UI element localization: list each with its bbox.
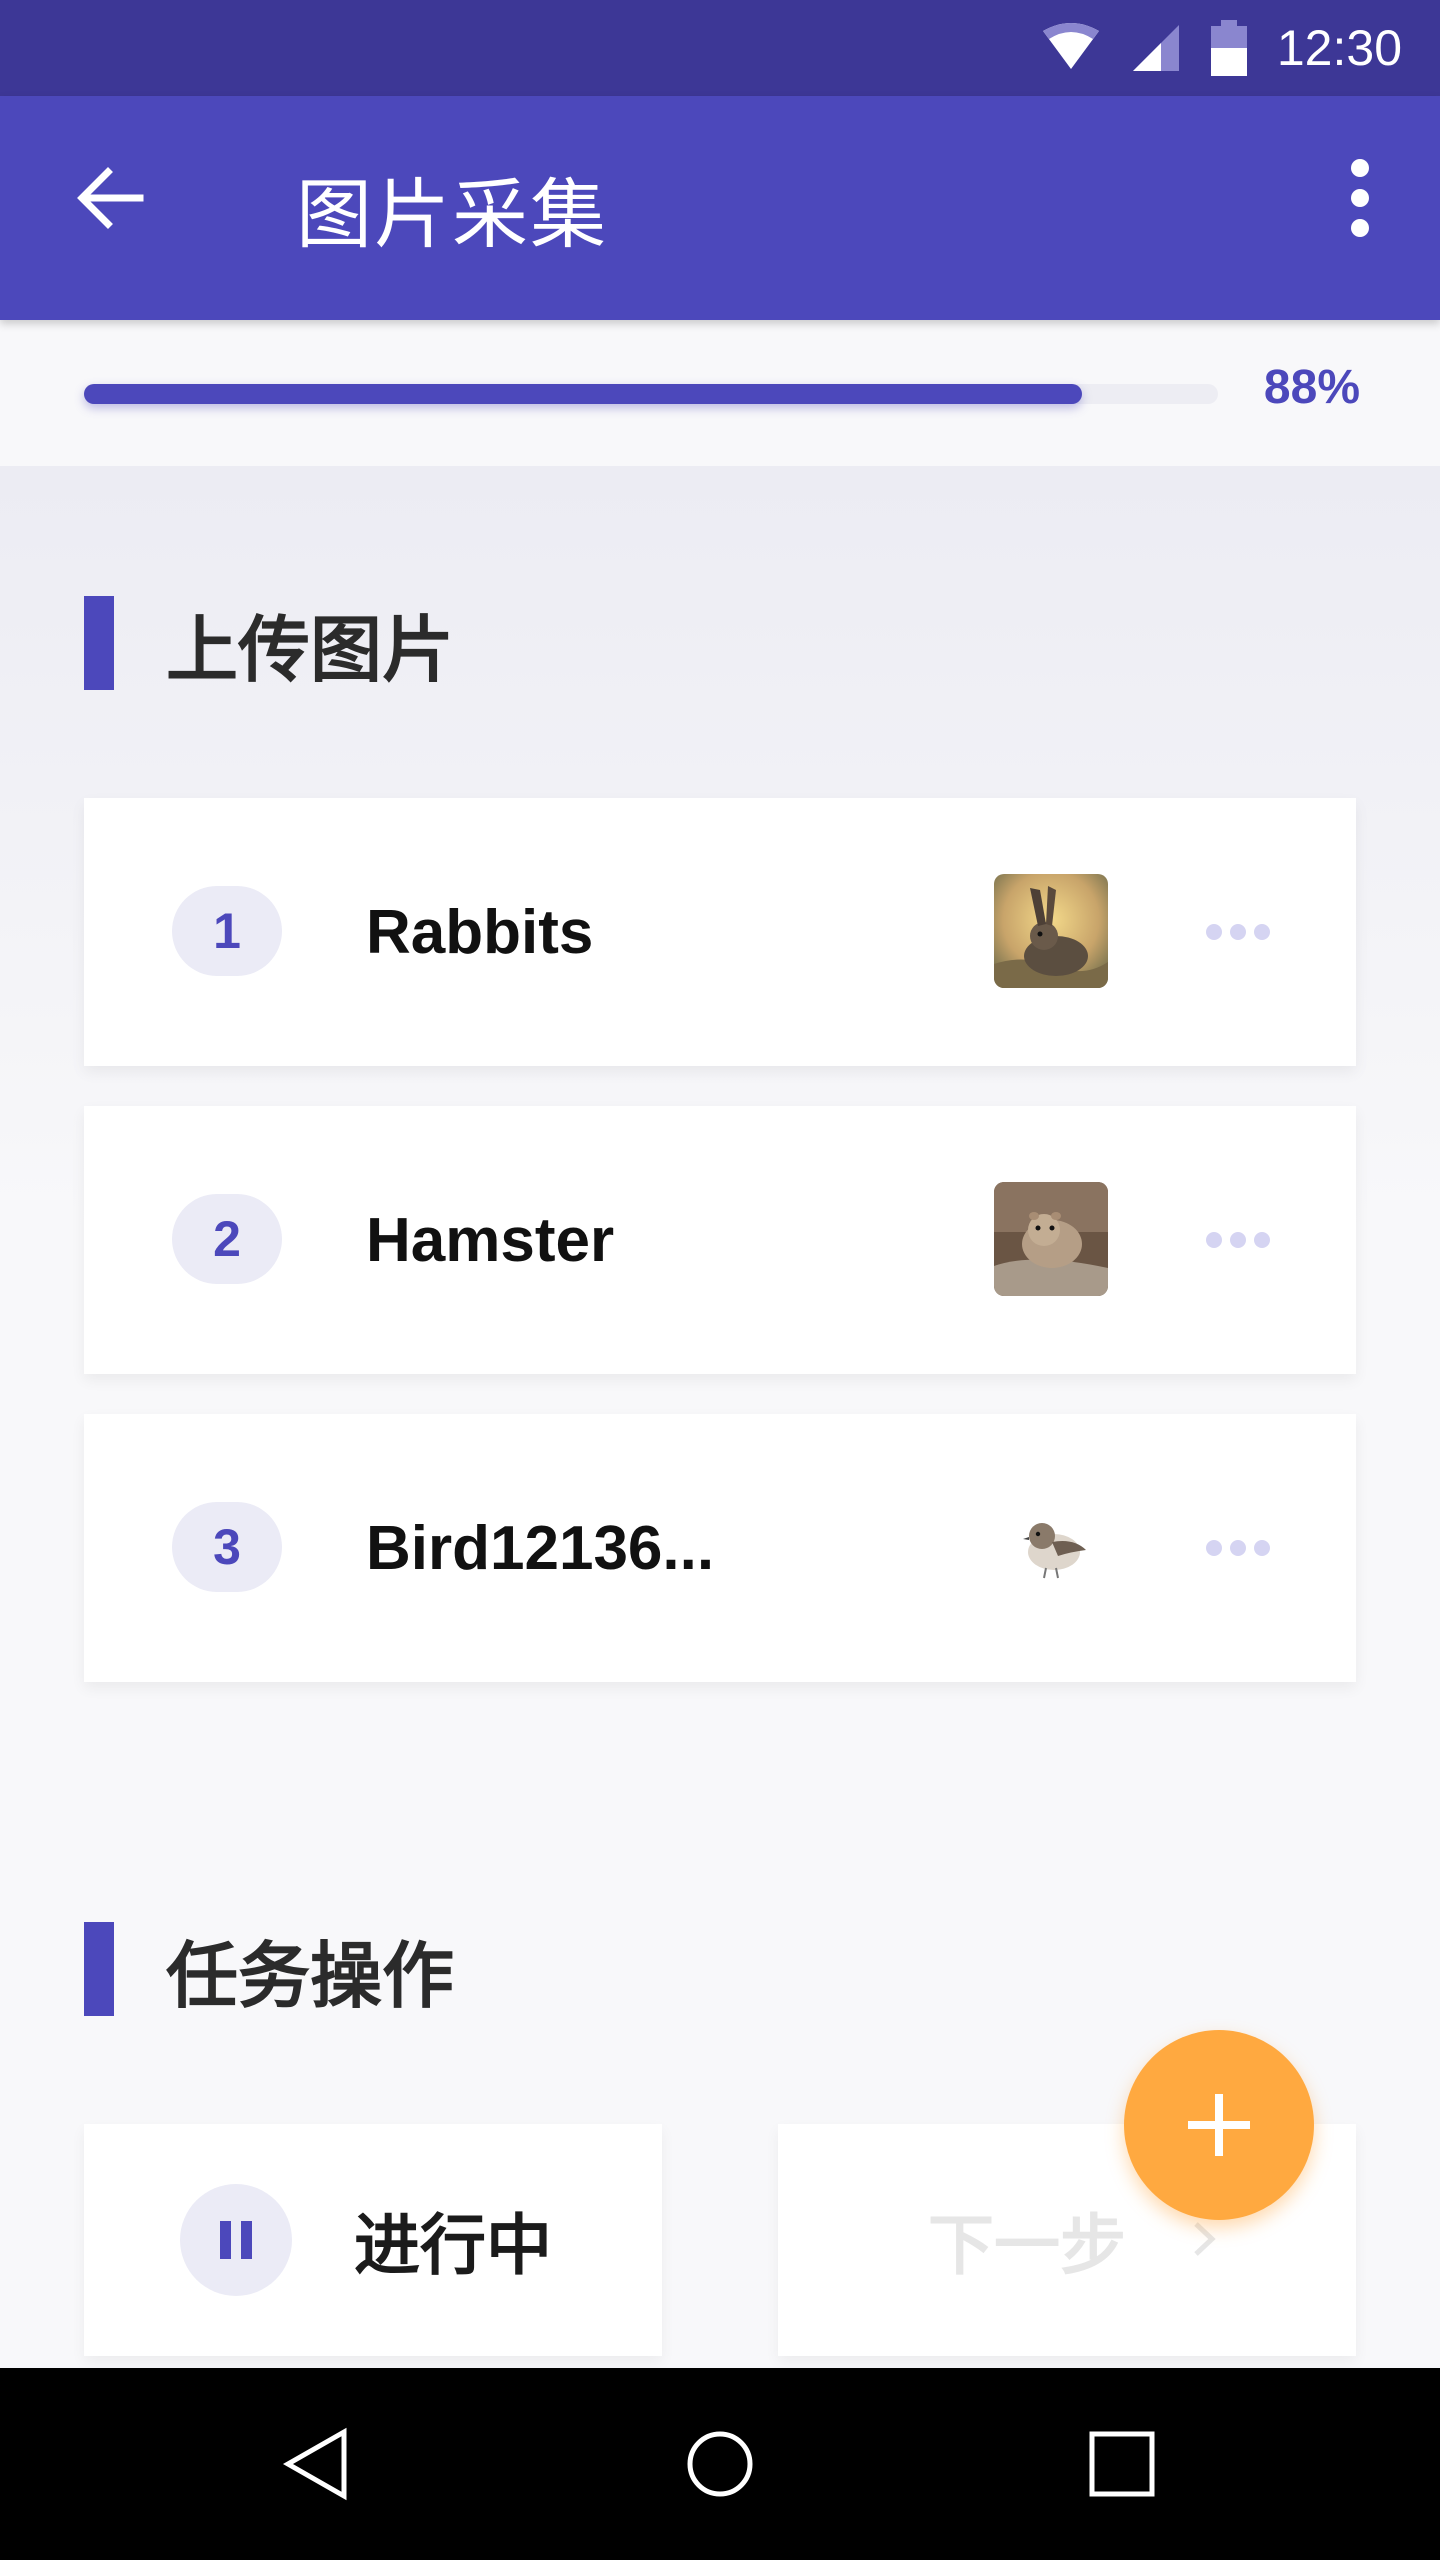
add-button[interactable] <box>1124 2030 1314 2220</box>
rabbit-thumbnail[interactable] <box>994 874 1108 988</box>
wifi-icon <box>1042 23 1099 69</box>
home-circle-icon <box>687 2431 753 2497</box>
item-more-button[interactable] <box>1206 1230 1270 1250</box>
item-name: Hamster <box>366 1205 615 1275</box>
nav-home-button[interactable] <box>670 2414 770 2514</box>
item-index-badge: 2 <box>172 1194 282 1284</box>
upload-section-title: 上传图片 <box>166 607 455 692</box>
more-vertical-icon <box>1351 159 1369 177</box>
clock: 12:30 <box>1276 20 1402 76</box>
section-accent-bar <box>84 596 114 690</box>
item-more-button[interactable] <box>1206 922 1270 942</box>
task-section-header: 任务操作 <box>84 1922 454 2018</box>
recents-square-icon <box>1089 2431 1155 2497</box>
back-triangle-icon <box>282 2427 347 2501</box>
item-index-badge: 3 <box>172 1502 282 1592</box>
cell-signal-icon <box>1132 25 1179 71</box>
status-bar: 12:30 <box>0 0 1440 96</box>
section-accent-bar <box>84 1922 114 2016</box>
more-horizontal-icon <box>1206 924 1222 940</box>
plus-icon <box>1188 2094 1250 2156</box>
list-item[interactable]: 3 Bird12136... <box>84 1414 1356 1682</box>
more-horizontal-icon <box>1206 1232 1222 1248</box>
pause-task-button[interactable]: 进行中 <box>84 2124 662 2356</box>
progress-bar <box>84 384 1218 404</box>
task-section-title: 任务操作 <box>166 1933 455 2018</box>
hamster-thumbnail[interactable] <box>994 1182 1108 1296</box>
nav-back-button[interactable] <box>268 2414 368 2514</box>
item-name: Bird12136... <box>366 1513 715 1583</box>
system-nav-bar <box>0 2368 1440 2560</box>
task-status-label: 进行中 <box>354 2207 552 2284</box>
bird-thumbnail[interactable] <box>994 1490 1108 1604</box>
status-icons: 12:30 <box>1041 0 1402 96</box>
back-button[interactable] <box>60 148 160 248</box>
next-step-label: 下一步 <box>928 2207 1126 2284</box>
progress-percent: 88% <box>1263 361 1360 414</box>
more-options-button[interactable] <box>1320 148 1400 248</box>
bird-photo <box>994 1490 1108 1604</box>
item-name: Rabbits <box>366 897 594 967</box>
hamster-photo <box>994 1182 1108 1296</box>
upload-section-header: 上传图片 <box>84 596 454 692</box>
pause-icon <box>180 2184 292 2296</box>
item-index-badge: 1 <box>172 886 282 976</box>
battery-icon <box>1210 20 1247 76</box>
progress-section: 88% <box>0 320 1440 466</box>
item-more-button[interactable] <box>1206 1538 1270 1558</box>
arrow-left-icon <box>77 167 144 229</box>
list-item[interactable]: 1 Rabbits <box>84 798 1356 1066</box>
rabbit-photo <box>994 874 1108 988</box>
app-bar: 图片采集 <box>0 96 1440 320</box>
list-item[interactable]: 2 Hamster <box>84 1106 1356 1374</box>
page-title: 图片采集 <box>296 170 608 259</box>
more-horizontal-icon <box>1206 1540 1222 1556</box>
progress-fill <box>84 384 1082 404</box>
nav-recents-button[interactable] <box>1072 2414 1172 2514</box>
chevron-right-icon <box>1194 2222 1216 2256</box>
